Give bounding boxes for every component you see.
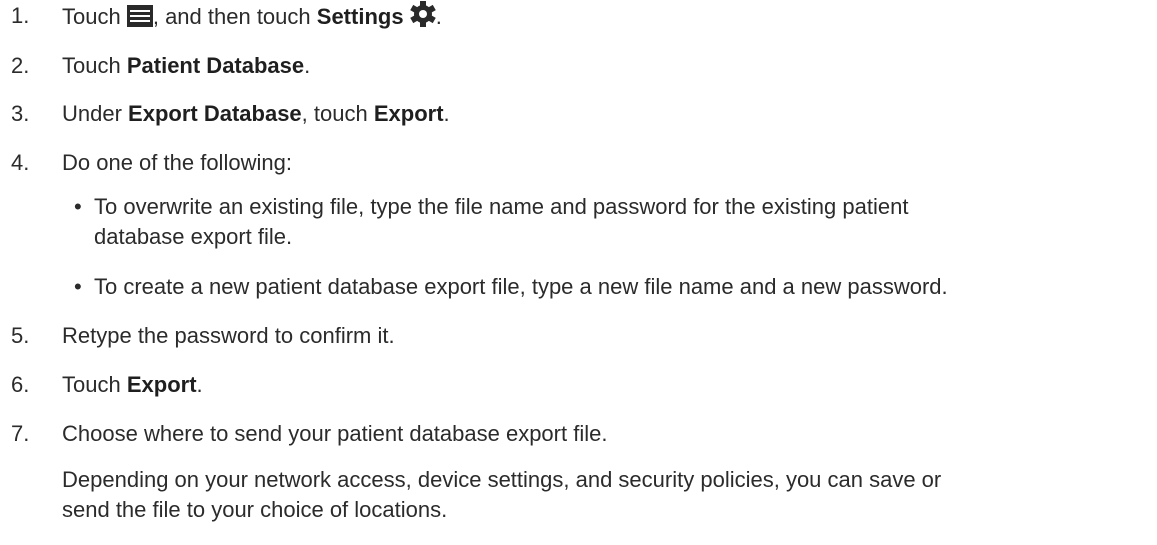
- step-text-pre: Touch: [62, 53, 121, 78]
- step-text: Touch Export.: [62, 370, 203, 400]
- step-text: Retype the password to confirm it.: [62, 323, 395, 348]
- step-text: Under Export Database, touch Export.: [62, 99, 450, 129]
- step-text-pre: Under: [62, 101, 122, 126]
- step-text: Choose where to send your patient databa…: [62, 421, 608, 446]
- bullet-marker: •: [74, 274, 82, 299]
- bullet-text: To create a new patient database export …: [94, 274, 948, 299]
- step-text-post: .: [435, 4, 442, 29]
- settings-label: Settings: [316, 4, 404, 29]
- menu-icon: [126, 5, 153, 35]
- export-label: Export: [126, 372, 197, 397]
- step-number: 4.: [11, 150, 30, 175]
- step-text-mid: , touch: [301, 101, 368, 126]
- step-text-post: .: [304, 53, 311, 78]
- patient-database-label: Patient Database: [126, 53, 305, 78]
- bullet-marker: •: [74, 194, 82, 219]
- step-text: Do one of the following:: [62, 150, 292, 175]
- bullet-text: To overwrite an existing file, type the …: [94, 192, 908, 252]
- step-number: 2.: [11, 53, 30, 78]
- note-line: Depending on your network access, device…: [62, 467, 942, 492]
- step-number: 3.: [11, 101, 30, 126]
- step-number: 1.: [11, 3, 30, 28]
- note-line: send the file to your choice of location…: [62, 497, 448, 522]
- step-number: 5.: [11, 323, 30, 348]
- export-label: Export: [373, 101, 444, 126]
- gear-icon: [409, 1, 436, 35]
- step-7-note: Depending on your network access, device…: [62, 465, 941, 525]
- bullet-line: To overwrite an existing file, type the …: [94, 194, 909, 219]
- step-text-post: .: [196, 372, 203, 397]
- export-database-label: Export Database: [128, 101, 302, 126]
- step-text: Touch Patient Database.: [62, 51, 310, 81]
- step-text-mid: , and then touch: [152, 4, 311, 29]
- step-number: 6.: [11, 372, 30, 397]
- step-number: 7.: [11, 421, 30, 446]
- step-text-pre: Touch: [62, 4, 121, 29]
- instructions-page: 1. Touch , and then touch Settings . 2. …: [0, 0, 1157, 545]
- step-text-post: .: [443, 101, 450, 126]
- step-text: Touch , and then touch Settings .: [62, 1, 442, 35]
- bullet-line: database export file.: [94, 224, 293, 249]
- step-text-pre: Touch: [62, 372, 121, 397]
